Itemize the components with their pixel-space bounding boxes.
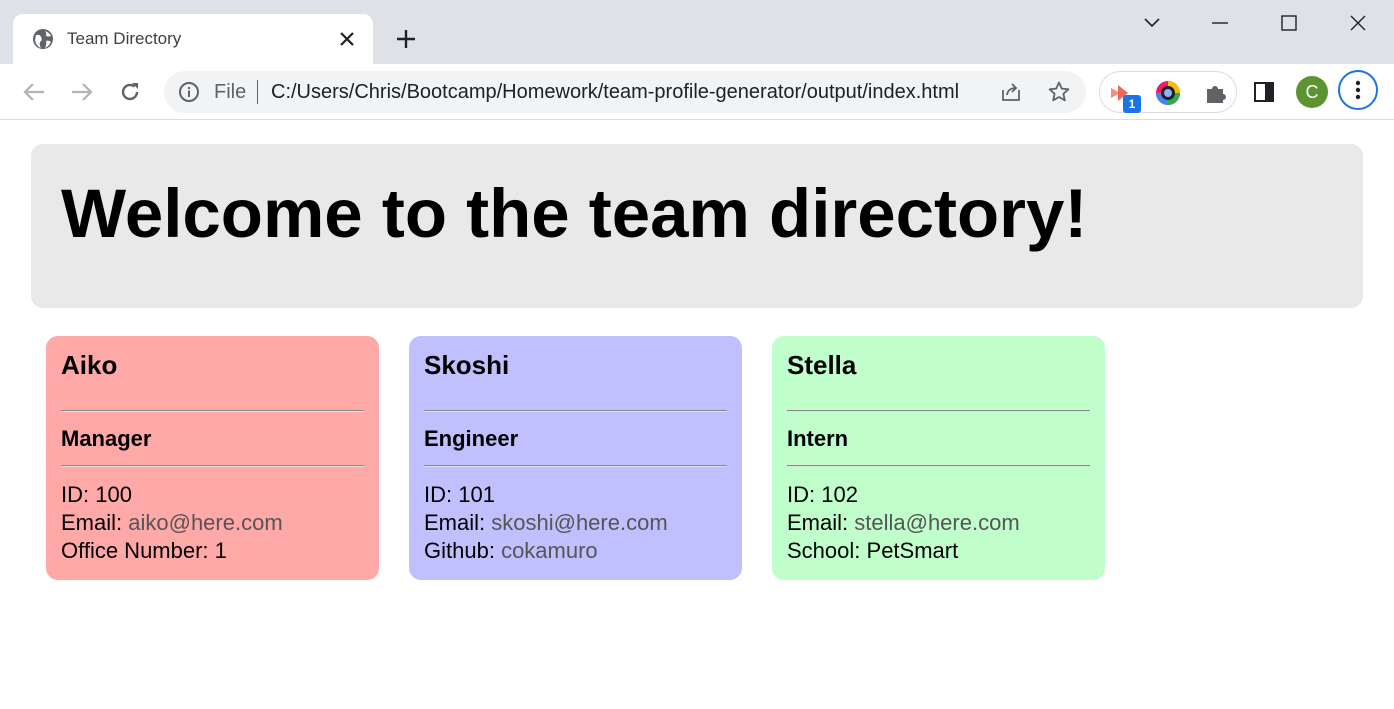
info-icon[interactable] xyxy=(178,81,200,103)
employee-name: Aiko xyxy=(61,350,118,380)
divider xyxy=(787,465,1090,467)
globe-icon xyxy=(32,28,54,50)
page-title: Welcome to the team directory! xyxy=(61,175,1088,252)
divider xyxy=(61,465,364,467)
school-label: School: xyxy=(787,538,861,563)
url-text[interactable]: C:/Users/Chris/Bootcamp/Homework/team-pr… xyxy=(271,81,985,104)
email-row: Email: aiko@here.com xyxy=(61,509,283,537)
email-label: Email: xyxy=(424,510,486,535)
employee-role: Intern xyxy=(787,426,849,451)
email-link[interactable]: stella@here.com xyxy=(854,510,1019,535)
divider xyxy=(424,410,727,412)
id-label: ID: xyxy=(61,482,90,507)
email-row: Email: skoshi@here.com xyxy=(424,509,668,537)
share-icon[interactable] xyxy=(999,80,1023,104)
profile-avatar[interactable]: C xyxy=(1296,76,1328,108)
employee-role: Engineer xyxy=(424,426,519,451)
email-link[interactable]: aiko@here.com xyxy=(128,510,282,535)
side-panel-icon[interactable] xyxy=(1252,80,1276,104)
browser-tab[interactable]: Team Directory xyxy=(13,14,373,64)
tab-strip: Team Directory xyxy=(0,0,1394,64)
employee-details: ID: 102 Email: stella@here.com School: P… xyxy=(787,481,1020,565)
employee-card: Stella Intern ID: 102 Email: stella@here… xyxy=(772,336,1105,580)
scheme-label: File xyxy=(214,81,247,103)
window-close-icon[interactable] xyxy=(1343,8,1373,38)
minimize-icon[interactable] xyxy=(1205,8,1235,38)
email-row: Email: stella@here.com xyxy=(787,509,1020,537)
id-label: ID: xyxy=(787,482,816,507)
id-row: ID: 102 xyxy=(787,481,1020,509)
forward-arrow-icon[interactable] xyxy=(68,78,96,106)
address-bar[interactable]: File C:/Users/Chris/Bootcamp/Homework/te… xyxy=(164,71,1086,113)
email-label: Email: xyxy=(61,510,123,535)
id-row: ID: 101 xyxy=(424,481,668,509)
reload-icon[interactable] xyxy=(116,78,144,106)
employee-name: Skoshi xyxy=(424,350,510,380)
browser-toolbar: File C:/Users/Chris/Bootcamp/Homework/te… xyxy=(0,64,1394,120)
header-banner: Welcome to the team directory! xyxy=(31,144,1363,308)
puzzle-icon[interactable] xyxy=(1203,80,1229,106)
bookmark-star-icon[interactable] xyxy=(1047,80,1071,104)
employee-card: Aiko Manager ID: 100 Email: aiko@here.co… xyxy=(46,336,379,580)
github-label: Github: xyxy=(424,538,495,563)
employee-name: Stella xyxy=(787,350,857,380)
employee-role: Manager xyxy=(61,426,152,451)
close-tab-icon[interactable] xyxy=(335,27,359,51)
divider xyxy=(61,410,364,412)
omnibox-divider xyxy=(257,80,258,104)
more-vertical-icon[interactable] xyxy=(1338,70,1378,110)
id-row: ID: 100 xyxy=(61,481,283,509)
github-link[interactable]: cokamuro xyxy=(501,538,598,563)
tab-title: Team Directory xyxy=(67,29,182,48)
maximize-icon[interactable] xyxy=(1274,8,1304,38)
school-value: PetSmart xyxy=(866,538,959,563)
school-row: School: PetSmart xyxy=(787,537,1020,565)
color-picker-extension-icon[interactable] xyxy=(1155,80,1181,106)
divider xyxy=(787,410,1090,412)
id-value: 100 xyxy=(95,482,132,507)
back-arrow-icon[interactable] xyxy=(20,78,48,106)
divider xyxy=(424,465,727,467)
office-number-row: Office Number: 1 xyxy=(61,537,283,565)
extensions-group xyxy=(1099,71,1237,113)
email-link[interactable]: skoshi@here.com xyxy=(491,510,667,535)
tab-search-chevron-down-icon[interactable] xyxy=(1137,8,1167,38)
office-number-label: Office Number: xyxy=(61,538,209,563)
id-value: 101 xyxy=(458,482,495,507)
new-tab-plus-icon[interactable] xyxy=(392,25,420,53)
extension-badge: 1 xyxy=(1123,95,1141,113)
employee-details: ID: 101 Email: skoshi@here.com Github: c… xyxy=(424,481,668,565)
email-label: Email: xyxy=(787,510,849,535)
page-viewport: Welcome to the team directory! Aiko Mana… xyxy=(0,120,1394,709)
id-value: 102 xyxy=(821,482,858,507)
office-number-value: 1 xyxy=(214,538,227,563)
employee-card: Skoshi Engineer ID: 101 Email: skoshi@he… xyxy=(409,336,742,580)
employee-details: ID: 100 Email: aiko@here.com Office Numb… xyxy=(61,481,283,565)
github-row: Github: cokamuro xyxy=(424,537,668,565)
id-label: ID: xyxy=(424,482,453,507)
